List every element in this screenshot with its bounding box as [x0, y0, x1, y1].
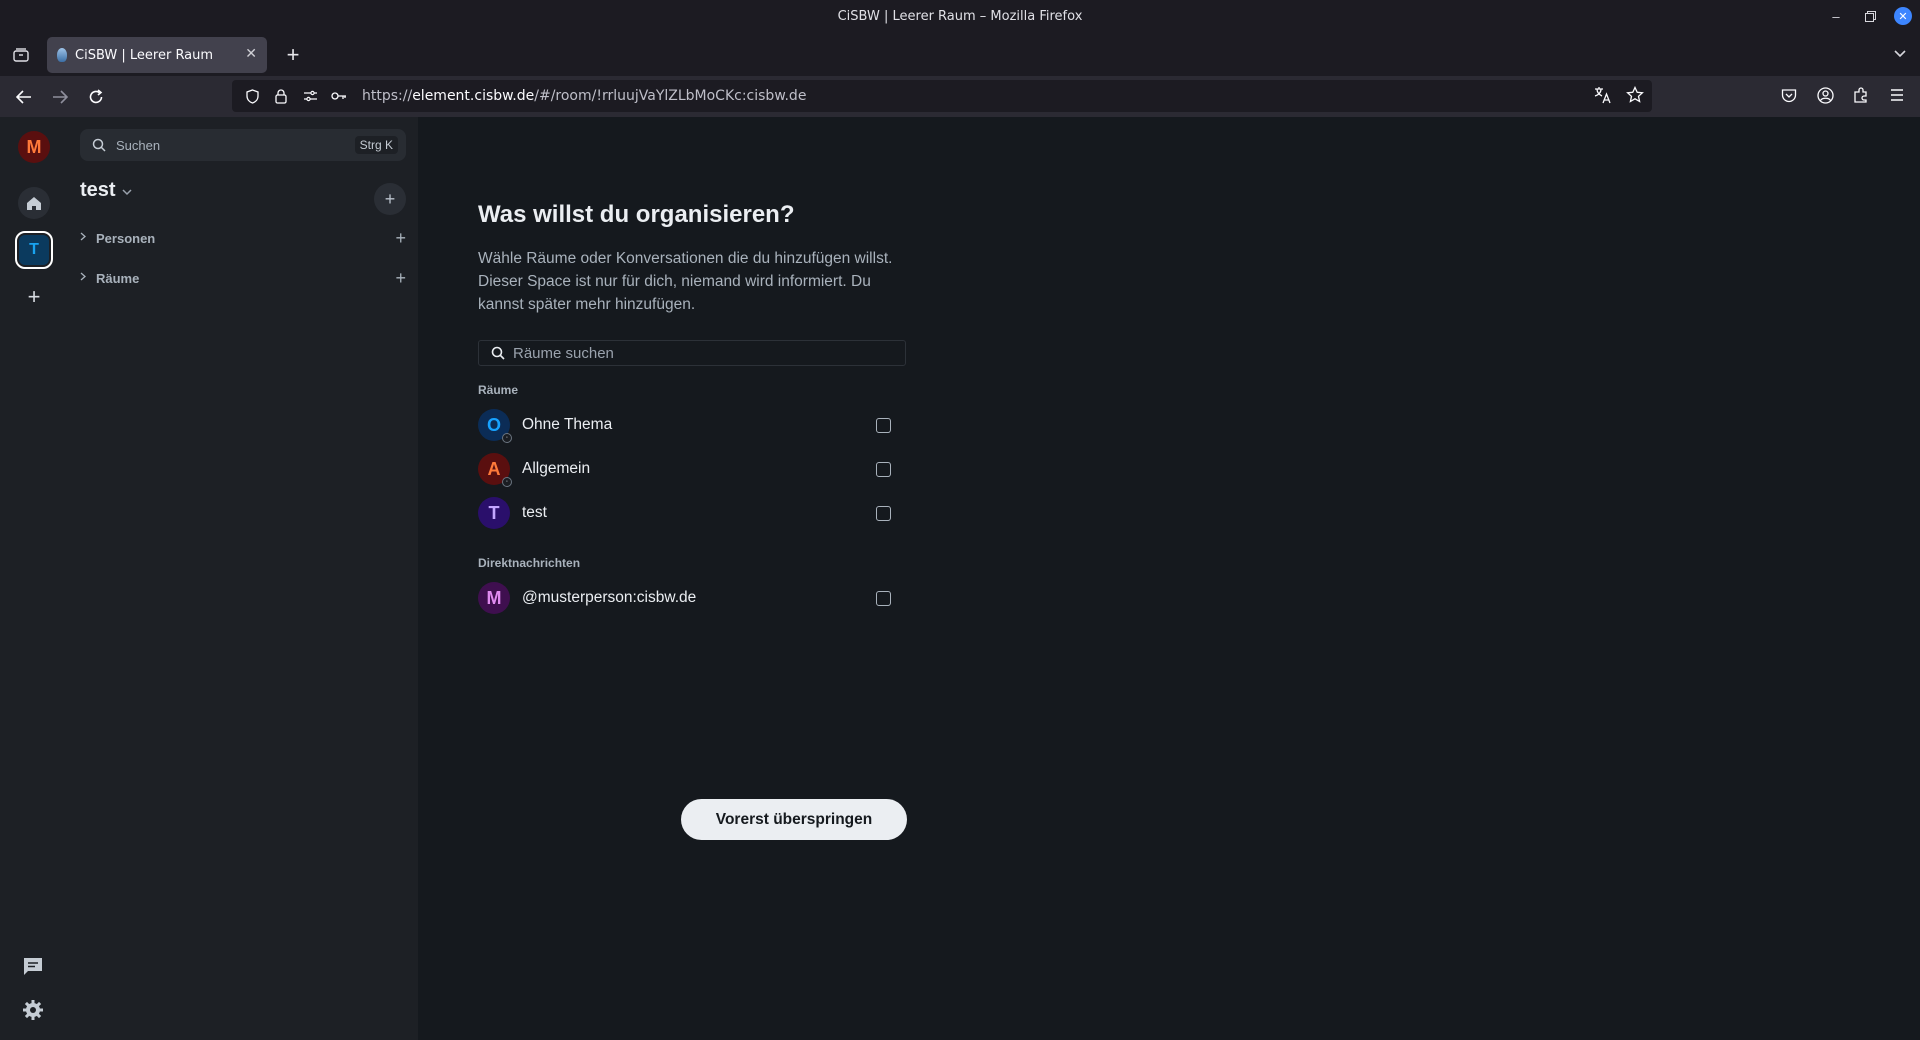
description-text: Wähle Räume oder Konversationen die du h…	[478, 250, 893, 313]
chevron-down-icon[interactable]	[1894, 45, 1906, 61]
list-item-room[interactable]: A ◦ Allgemein	[478, 447, 908, 491]
account-icon[interactable]	[1814, 84, 1836, 106]
add-person-icon[interactable]: +	[395, 228, 406, 249]
tab-bar: CiSBW | Leerer Raum ✕ +	[0, 33, 1920, 76]
space-panel: M T +	[0, 117, 68, 1040]
threads-icon[interactable]	[22, 955, 46, 979]
room-name: Allgemein	[522, 460, 591, 477]
section-rooms[interactable]: Räume +	[80, 267, 406, 289]
favicon-icon	[57, 48, 67, 62]
new-tab-button[interactable]: +	[280, 42, 306, 68]
window-title: CiSBW | Leerer Raum – Mozilla Firefox	[837, 9, 1083, 24]
dm-checkbox[interactable]	[876, 591, 891, 606]
rooms-group-label: Räume	[478, 383, 519, 397]
extensions-icon[interactable]	[1850, 84, 1872, 106]
list-item-room[interactable]: O ◦ Ohne Thema	[478, 403, 908, 447]
room-list-panel: Suchen Strg K test + Personen + Räume +	[68, 117, 418, 1040]
back-icon[interactable]	[11, 84, 37, 110]
url-actions	[1594, 85, 1644, 108]
permissions-icon[interactable]	[302, 88, 318, 104]
navigation-toolbar: https://element.cisbw.de/#/room/!rrluujV…	[0, 76, 1920, 117]
browser-tab-active[interactable]: CiSBW | Leerer Raum ✕	[47, 37, 267, 73]
space-title: test	[80, 179, 116, 201]
menu-hamburger-icon[interactable]	[1886, 84, 1908, 106]
search-input[interactable]: Suchen Strg K	[80, 129, 406, 161]
search-placeholder: Suchen	[116, 137, 161, 153]
add-existing-dialog: Was willst du organisieren? Wähle Räume …	[478, 201, 908, 620]
url-bar[interactable]: https://element.cisbw.de/#/room/!rrluujV…	[232, 80, 1652, 112]
reload-icon[interactable]	[83, 84, 109, 110]
toolbar-right	[1778, 84, 1908, 106]
dm-avatar: M	[478, 582, 510, 614]
bookmark-star-icon[interactable]	[1626, 85, 1644, 108]
chevron-right-icon	[80, 272, 92, 284]
add-room-button[interactable]: +	[374, 183, 406, 215]
section-people[interactable]: Personen +	[80, 227, 406, 249]
minimize-icon[interactable]: –	[1826, 6, 1846, 26]
tab-close-icon[interactable]: ✕	[245, 46, 257, 62]
window-controls: – ✕	[1826, 6, 1912, 26]
space-name-menu[interactable]: test	[80, 179, 132, 202]
firefox-view-icon[interactable]	[8, 42, 34, 68]
element-app: M T + Suchen Strg K test + Personen + Rä…	[0, 117, 1920, 1040]
search-icon	[92, 138, 106, 152]
globe-icon: ◦	[502, 477, 512, 487]
room-avatar: A ◦	[478, 453, 512, 487]
key-icon[interactable]	[331, 88, 347, 104]
restore-icon[interactable]	[1860, 6, 1880, 26]
lock-icon[interactable]	[273, 88, 289, 104]
room-name: Ohne Thema	[522, 416, 613, 433]
list-item-dm[interactable]: M @musterperson:cisbw.de	[478, 576, 908, 620]
page-title: Was willst du organisieren?	[478, 201, 795, 228]
translate-icon[interactable]	[1594, 86, 1612, 108]
room-checkbox[interactable]	[876, 418, 891, 433]
section-label: Personen	[96, 230, 156, 246]
close-window-icon[interactable]: ✕	[1894, 7, 1912, 25]
gear-icon[interactable]	[22, 999, 46, 1023]
section-label: Räume	[96, 270, 140, 286]
dm-name: @musterperson:cisbw.de	[522, 589, 697, 606]
list-item-room[interactable]: T test	[478, 491, 908, 535]
home-icon[interactable]	[18, 187, 50, 219]
room-avatar: O ◦	[478, 409, 512, 443]
forward-icon[interactable]	[47, 84, 73, 110]
pocket-icon[interactable]	[1778, 84, 1800, 106]
search-icon	[491, 346, 505, 360]
url-text: https://element.cisbw.de/#/room/!rrluujV…	[362, 88, 807, 104]
room-checkbox[interactable]	[876, 462, 891, 477]
room-search-placeholder: Räume suchen	[513, 344, 614, 362]
window-titlebar: CiSBW | Leerer Raum – Mozilla Firefox – …	[0, 0, 1920, 33]
user-avatar[interactable]: M	[18, 131, 50, 163]
space-avatar-letter: T	[19, 235, 49, 265]
search-shortcut: Strg K	[354, 136, 398, 154]
chevron-down-icon	[122, 185, 132, 199]
space-avatar-test[interactable]: T	[15, 231, 53, 269]
tracking-shield-icon[interactable]	[244, 88, 260, 104]
room-avatar: T	[478, 497, 510, 529]
globe-icon: ◦	[502, 433, 512, 443]
add-room-icon[interactable]: +	[395, 268, 406, 289]
chevron-right-icon	[80, 232, 92, 244]
skip-button[interactable]: Vorerst überspringen	[681, 799, 907, 840]
create-space-button[interactable]: +	[22, 284, 46, 309]
dm-group-label: Direktnachrichten	[478, 556, 581, 570]
room-search-input[interactable]: Räume suchen	[478, 340, 906, 366]
room-checkbox[interactable]	[876, 506, 891, 521]
tab-title: CiSBW | Leerer Raum	[75, 47, 214, 63]
room-name: test	[522, 504, 547, 521]
main-content: Was willst du organisieren? Wähle Räume …	[418, 117, 1920, 1040]
